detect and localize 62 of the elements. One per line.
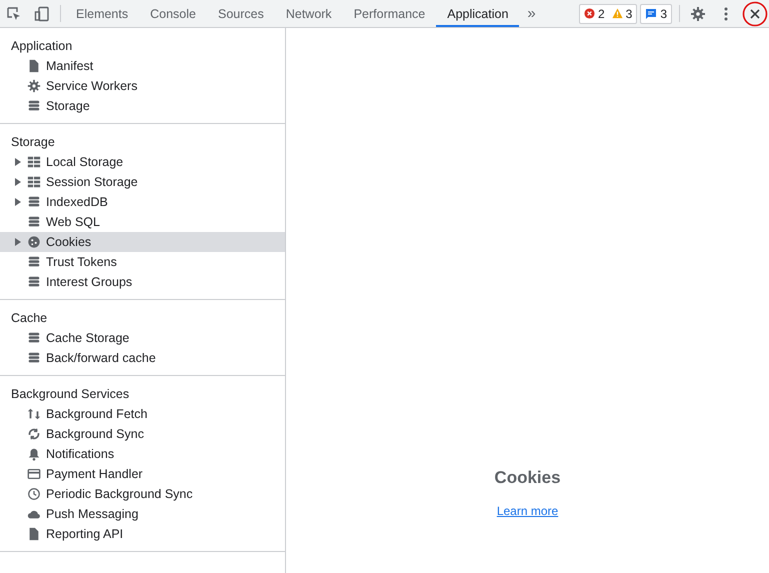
sidebar-item[interactable]: Manifest [0, 56, 285, 76]
database-icon [27, 99, 41, 113]
learn-more-link[interactable]: Learn more [496, 504, 558, 518]
section-heading: Cache [10, 310, 48, 327]
panel-tab[interactable]: Application [436, 0, 520, 27]
error-count: 2 [598, 6, 605, 20]
sidebar-item[interactable]: Cookies [0, 232, 285, 252]
message-icon [645, 8, 658, 20]
sidebar-item[interactable]: Notifications [0, 444, 285, 464]
section-heading: Application [10, 38, 74, 55]
clock-icon [27, 487, 41, 501]
section-heading: Storage [10, 134, 56, 151]
sidebar-item[interactable]: Background Fetch [0, 404, 285, 424]
issues-counter[interactable]: 2 3 [578, 4, 638, 24]
sidebar-item[interactable]: Reporting API [0, 524, 285, 544]
sidebar-item[interactable]: Web SQL [0, 212, 285, 232]
sidebar-item[interactable]: Session Storage [0, 172, 285, 192]
sidebar-item[interactable]: Cache Storage [0, 328, 285, 348]
sidebar-item[interactable]: Trust Tokens [0, 252, 285, 272]
gear-icon [27, 79, 41, 93]
warning-count: 3 [626, 6, 632, 20]
up-down-arrows-icon [27, 407, 41, 421]
panel-tab[interactable]: Sources [206, 0, 275, 27]
more-tabs-button[interactable]: » [519, 0, 544, 27]
error-icon [584, 8, 595, 19]
database-icon [27, 195, 41, 209]
sidebar-item[interactable]: Background Sync [0, 424, 285, 444]
panel-tab[interactable]: Elements [65, 0, 140, 27]
expand-arrow-icon[interactable] [15, 198, 21, 206]
sidebar-item[interactable]: Interest Groups [0, 272, 285, 292]
database-icon [27, 215, 41, 229]
cookie-icon [27, 235, 41, 249]
panel-tab[interactable]: Performance [342, 0, 436, 27]
grid-icon [27, 175, 41, 189]
close-icon[interactable] [742, 0, 768, 27]
section-heading: Background Services [10, 386, 130, 403]
file-icon [27, 59, 41, 73]
card-icon [27, 467, 41, 481]
panel-tab[interactable]: Network [274, 0, 343, 27]
database-icon [27, 351, 41, 365]
sync-icon [27, 427, 41, 441]
expand-arrow-icon[interactable] [15, 178, 21, 186]
expand-arrow-icon[interactable] [15, 238, 21, 246]
sidebar-item[interactable]: Periodic Background Sync [0, 484, 285, 504]
sidebar-item[interactable]: IndexedDB [0, 192, 285, 212]
panel-title: Cookies [494, 468, 561, 488]
sidebar-item[interactable]: Push Messaging [0, 504, 285, 524]
sidebar-item[interactable]: Storage [0, 96, 285, 116]
warning-icon [612, 8, 623, 19]
file-icon [27, 527, 41, 541]
sidebar-item[interactable]: Service Workers [0, 76, 285, 96]
database-icon [27, 255, 41, 269]
database-icon [27, 275, 41, 289]
sidebar-item[interactable]: Payment Handler [0, 464, 285, 484]
sidebar-item[interactable]: Back/forward cache [0, 348, 285, 368]
database-icon [27, 331, 41, 345]
grid-icon [27, 155, 41, 169]
sidebar-item[interactable]: Local Storage [0, 152, 285, 172]
expand-arrow-icon[interactable] [15, 158, 21, 166]
bell-icon [27, 447, 41, 461]
messages-counter[interactable]: 3 [640, 4, 672, 24]
panel-tab[interactable]: Console [139, 0, 207, 27]
